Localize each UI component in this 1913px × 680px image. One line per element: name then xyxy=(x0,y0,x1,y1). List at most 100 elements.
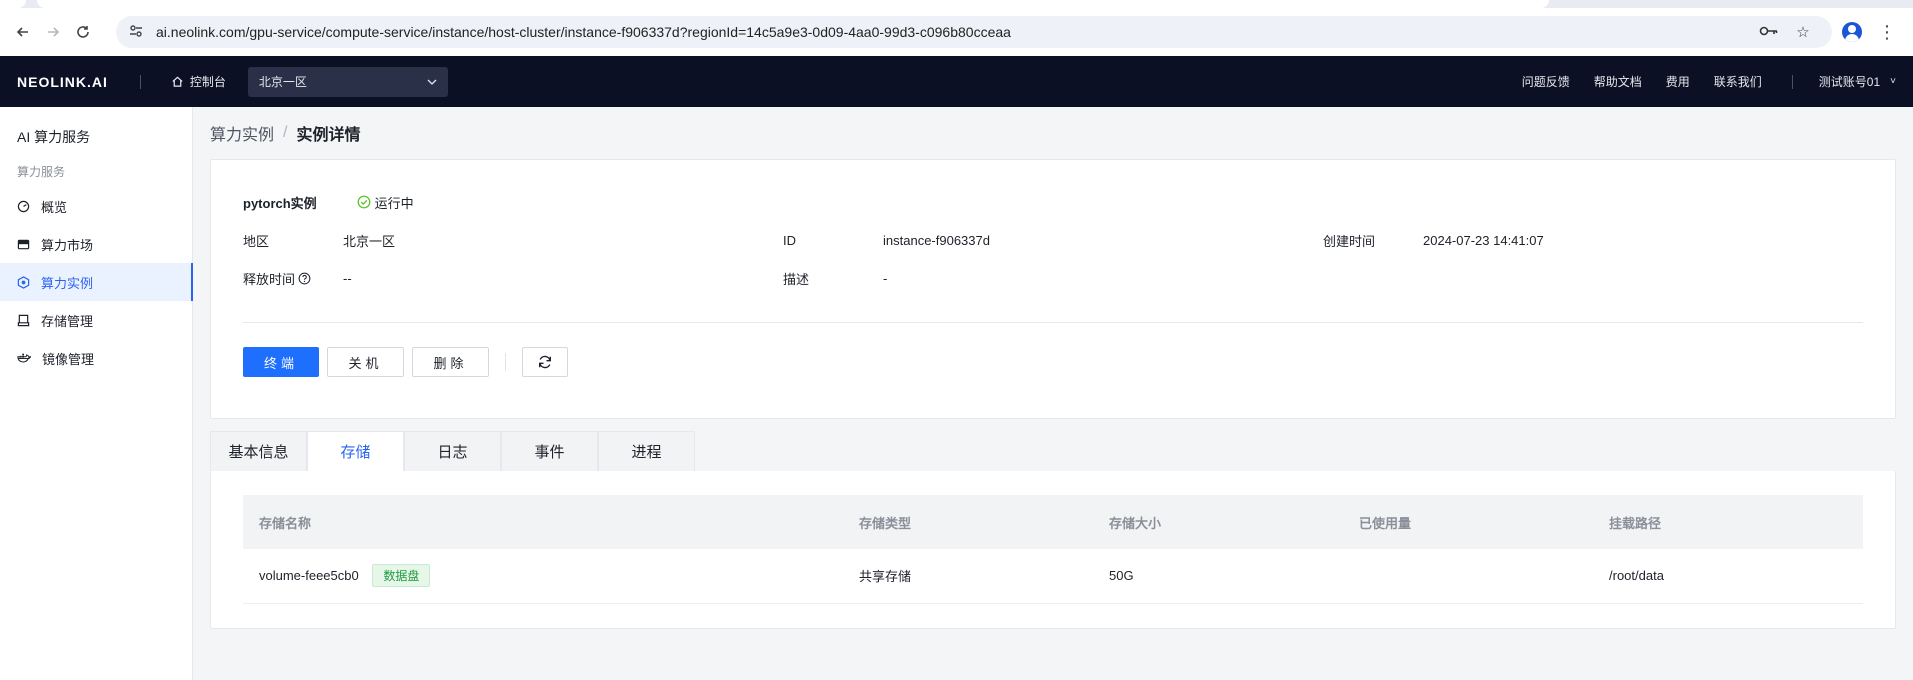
storage-icon xyxy=(17,314,30,326)
delete-button[interactable]: 删除 xyxy=(412,347,489,377)
table-header-row: 存储名称 存储类型 存储大小 已使用量 挂载路径 xyxy=(243,495,1863,549)
storage-type-cell: 共享存储 xyxy=(843,549,1093,604)
info-id: ID instance-f906337d xyxy=(783,230,1323,250)
column-header: 存储名称 xyxy=(243,495,843,549)
column-header: 存储类型 xyxy=(843,495,1093,549)
info-value: - xyxy=(883,270,888,286)
info-key: 释放时间 xyxy=(243,271,296,287)
storage-used-cell xyxy=(1343,549,1593,604)
reload-icon xyxy=(77,26,89,38)
sidebar-section-label: 算力服务 xyxy=(17,165,66,179)
home-icon xyxy=(172,76,183,87)
instance-name: pytorch实例 xyxy=(243,195,317,211)
dashboard-icon xyxy=(17,200,30,212)
terminal-button[interactable]: 终端 xyxy=(243,347,319,377)
header-divider xyxy=(139,74,141,89)
info-key: 地区 xyxy=(243,233,270,249)
profile-button[interactable] xyxy=(1832,22,1872,42)
info-key: 描述 xyxy=(783,271,810,287)
info-key-wrap: 释放时间 xyxy=(243,269,343,288)
chevron-down-icon: ˅ xyxy=(1890,76,1896,87)
info-value: 北京一区 xyxy=(343,233,396,249)
contact-link[interactable]: 联系我们 xyxy=(1714,73,1762,90)
chevron-down-icon xyxy=(427,79,437,85)
region-select-value: 北京一区 xyxy=(258,75,307,89)
tab-events[interactable]: 事件 xyxy=(501,431,598,471)
market-icon xyxy=(17,239,30,249)
refresh-icon xyxy=(539,355,551,369)
bookmark-star-icon[interactable]: ☆ xyxy=(1786,23,1820,41)
console-link[interactable]: 控制台 xyxy=(171,73,226,90)
column-header: 已使用量 xyxy=(1343,495,1593,549)
sidebar-item-overview[interactable]: 概览 xyxy=(0,187,192,225)
page-title: 实例详情 xyxy=(296,127,361,144)
header-right: 问题反馈 帮助文档 费用 联系我们 测试账号01 ˅ xyxy=(1498,73,1896,90)
billing-link[interactable]: 费用 xyxy=(1666,73,1690,90)
info-release-time: 释放时间 -- xyxy=(243,268,783,288)
sidebar-item-images[interactable]: 镜像管理 xyxy=(0,339,192,377)
help-circle-icon[interactable] xyxy=(298,272,311,285)
check-circle-icon xyxy=(357,195,371,209)
refresh-button[interactable] xyxy=(522,347,568,377)
sidebar-item-label: 镜像管理 xyxy=(42,351,95,367)
main-content: 算力实例 / 实例详情 pytorch实例 运行中 地区 北京一区 ID ins… xyxy=(193,107,1913,680)
url-text[interactable]: ai.neolink.com/gpu-service/compute-servi… xyxy=(156,24,1752,40)
browser-menu-icon[interactable]: ⋮ xyxy=(1872,22,1902,43)
storage-table: 存储名称 存储类型 存储大小 已使用量 挂载路径 volume-feee5cb0… xyxy=(243,495,1863,604)
browser-tab-stub[interactable] xyxy=(0,0,26,8)
storage-name: volume-feee5cb0 xyxy=(259,568,359,584)
region-select[interactable]: 北京一区 xyxy=(247,66,448,97)
sidebar-item-storage[interactable]: 存储管理 xyxy=(0,301,192,339)
info-created: 创建时间 2024-07-23 14:41:07 xyxy=(1323,230,1863,250)
sidebar-item-label: 算力实例 xyxy=(41,275,94,291)
table-row: volume-feee5cb0 数据盘 共享存储 50G /root/data xyxy=(243,549,1863,604)
action-bar: 终端 关机 删除 xyxy=(243,347,1863,377)
logo[interactable]: NEOLINK.AI xyxy=(17,74,108,90)
tab-basic-info[interactable]: 基本信息 xyxy=(210,431,307,471)
sidebar-item-instances[interactable]: 算力实例 xyxy=(0,263,193,301)
breadcrumb-parent-link[interactable]: 算力实例 xyxy=(210,121,274,145)
page-layout: AI 算力服务 算力服务 概览 算力市场 算力实例 存储管理 镜像管理 算力实例… xyxy=(0,107,1913,680)
instance-header: pytorch实例 运行中 xyxy=(243,160,1863,230)
back-button[interactable] xyxy=(8,17,38,47)
info-value: 2024-07-23 14:41:07 xyxy=(1423,232,1544,248)
column-header: 存储大小 xyxy=(1093,495,1343,549)
help-docs-link[interactable]: 帮助文档 xyxy=(1594,73,1642,90)
browser-toolbar: ai.neolink.com/gpu-service/compute-servi… xyxy=(0,8,1913,56)
sidebar-item-label: 算力市场 xyxy=(41,237,94,253)
info-value: instance-f906337d xyxy=(883,232,990,248)
site-settings-icon[interactable] xyxy=(128,23,146,42)
status-text: 运行中 xyxy=(374,195,414,211)
instance-info-card: pytorch实例 运行中 地区 北京一区 ID instance-f90633… xyxy=(210,159,1896,419)
storage-name-cell: volume-feee5cb0 数据盘 xyxy=(243,549,843,604)
tab-storage[interactable]: 存储 xyxy=(307,431,404,471)
info-key: ID xyxy=(783,232,796,248)
shutdown-button[interactable]: 关机 xyxy=(327,347,404,377)
instance-info-grid: 地区 北京一区 ID instance-f906337d 创建时间 2024-0… xyxy=(243,230,1863,288)
sidebar-item-label: 存储管理 xyxy=(41,313,94,329)
sidebar-item-label: 概览 xyxy=(41,199,68,215)
instance-icon xyxy=(17,275,30,289)
reload-button[interactable] xyxy=(68,17,98,47)
arrow-right-icon xyxy=(48,27,60,37)
column-header: 挂载路径 xyxy=(1593,495,1863,549)
docker-icon xyxy=(17,353,31,363)
feedback-link[interactable]: 问题反馈 xyxy=(1522,73,1570,90)
breadcrumb: 算力实例 / 实例详情 xyxy=(210,107,1896,159)
address-bar[interactable]: ai.neolink.com/gpu-service/compute-servi… xyxy=(116,16,1832,48)
info-value: -- xyxy=(343,270,352,286)
sidebar-item-market[interactable]: 算力市场 xyxy=(0,225,192,263)
mount-path-cell: /root/data xyxy=(1593,549,1863,604)
console-label: 控制台 xyxy=(189,75,226,89)
app-header: NEOLINK.AI 控制台 北京一区 问题反馈 帮助文档 费用 联系我们 测试… xyxy=(0,56,1913,107)
browser-tab-active[interactable] xyxy=(37,0,1549,8)
password-key-icon[interactable] xyxy=(1752,24,1786,41)
tab-processes[interactable]: 进程 xyxy=(598,431,695,471)
arrow-left-icon xyxy=(16,27,28,37)
tab-logs[interactable]: 日志 xyxy=(404,431,501,471)
storage-tab-panel: 存储名称 存储类型 存储大小 已使用量 挂载路径 volume-feee5cb0… xyxy=(210,471,1896,629)
data-disk-tag: 数据盘 xyxy=(372,564,431,588)
sidebar: AI 算力服务 算力服务 概览 算力市场 算力实例 存储管理 镜像管理 xyxy=(0,107,193,680)
forward-button[interactable] xyxy=(38,17,68,47)
account-menu[interactable]: 测试账号01 ˅ xyxy=(1819,73,1896,90)
